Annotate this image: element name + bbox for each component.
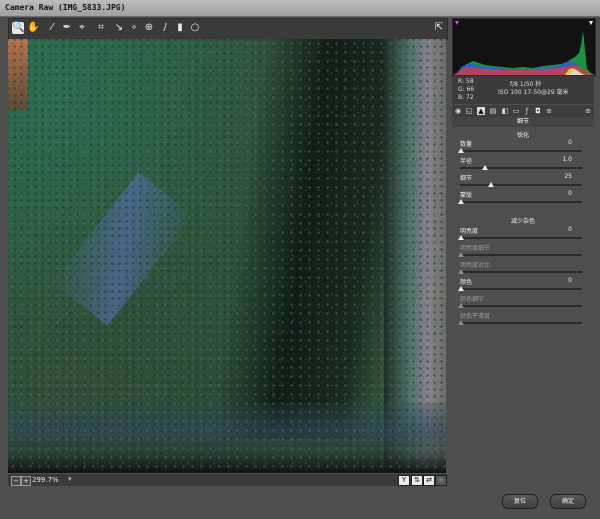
chevron-down-icon[interactable]: ▾: [68, 475, 72, 483]
slider-track: [460, 271, 582, 273]
toggle-current-settings-icon[interactable]: ≡: [435, 475, 447, 486]
slider-track: [460, 184, 582, 186]
open-preferences-icon[interactable]: ⇱: [433, 22, 445, 34]
highlight-clipping-warning-icon: [589, 21, 593, 25]
color-smoothness-slider: 颜色平滑度: [458, 311, 586, 327]
slider-thumb[interactable]: [488, 182, 494, 187]
zoom-in-button[interactable]: +: [21, 476, 31, 486]
sharpening-title: 锐化: [516, 132, 529, 139]
sharpening-masking-slider[interactable]: 蒙版 0: [458, 190, 586, 206]
slider-value[interactable]: 1.0: [562, 156, 572, 163]
swap-before-after-icon[interactable]: ⇅: [411, 475, 423, 486]
slider-thumb[interactable]: [458, 235, 464, 240]
luminance-contrast-slider: 明亮度对比: [458, 260, 586, 276]
graduated-filter-tool-icon[interactable]: ▮: [174, 22, 186, 34]
slider-label: 颜色细节: [460, 296, 485, 303]
green-value: G: 66: [458, 86, 475, 93]
ok-button[interactable]: 确定: [550, 494, 586, 509]
effects-tab-icon[interactable]: ƒ: [523, 107, 531, 115]
slider-thumb: [458, 303, 464, 308]
slider-thumb[interactable]: [482, 165, 488, 170]
crop-tool-icon[interactable]: ⌗: [95, 22, 107, 34]
reset-button[interactable]: 复位: [502, 494, 538, 509]
zoom-out-button[interactable]: −: [11, 476, 21, 486]
pixel-readout: R: 58 G: 66 B: 72 f/8 1/50 秒 ISO 100 17-…: [452, 76, 594, 104]
iso-lens-info: ISO 100 17-50@29 毫米: [498, 89, 569, 96]
slider-track: [460, 254, 582, 256]
spot-removal-tool-icon[interactable]: ⊕: [143, 22, 155, 34]
slider-thumb: [458, 252, 464, 257]
slider-track: [460, 237, 582, 239]
lens-corrections-tab-icon[interactable]: ▭: [512, 107, 520, 115]
slider-track: [460, 150, 582, 152]
color-sampler-tool-icon[interactable]: ✒: [61, 22, 73, 34]
luminance-detail-slider: 明亮度细节: [458, 243, 586, 259]
targeted-adjust-tool-icon[interactable]: ⌖: [76, 22, 88, 34]
slider-value[interactable]: 25: [564, 173, 572, 180]
basic-tab-icon[interactable]: ◉: [454, 107, 462, 115]
toolbar: 🔍 ✋ ⁄ ✒ ⌖ ⌗ ↘ ∘ ⊕ / ▮ ○ ⇱: [8, 18, 448, 40]
blue-value: B: 72: [458, 94, 474, 101]
sharpening-radius-slider[interactable]: 半径 1.0: [458, 156, 586, 172]
panel-title: 细节: [452, 117, 594, 127]
sharpening-detail-slider[interactable]: 细节 25: [458, 173, 586, 189]
histogram: [452, 18, 596, 76]
slider-label: 明亮度细节: [460, 245, 491, 252]
presets-tab-icon[interactable]: ≡: [545, 107, 553, 115]
before-after-toggle-button[interactable]: Y: [398, 475, 410, 486]
slider-value[interactable]: 0: [568, 190, 572, 197]
slider-thumb: [458, 269, 464, 274]
slider-label: 颜色平滑度: [460, 313, 491, 320]
white-balance-tool-icon[interactable]: ⁄: [46, 22, 58, 34]
slider-label: 颜色: [460, 279, 473, 286]
copy-settings-icon[interactable]: ⇄: [423, 475, 435, 486]
exposure-info: f/8 1/50 秒: [510, 81, 542, 88]
noise-reduction-title: 减少杂色: [510, 218, 535, 225]
split-toning-tab-icon[interactable]: ◧: [501, 107, 509, 115]
slider-value[interactable]: 0: [568, 277, 572, 284]
zoom-tool-icon[interactable]: 🔍: [12, 22, 24, 34]
preview-noise-texture: [8, 39, 446, 473]
slider-label: 数量: [460, 141, 473, 148]
slider-thumb[interactable]: [458, 199, 464, 204]
window-title: Camera Raw (IMG_5833.JPG): [0, 0, 600, 17]
sharpening-amount-slider[interactable]: 数量 0: [458, 139, 586, 155]
slider-label: 明亮度对比: [460, 262, 491, 269]
zoom-level-select[interactable]: 299.7%: [32, 474, 68, 486]
red-eye-tool-icon[interactable]: ∘: [128, 22, 140, 34]
slider-track: [460, 322, 582, 324]
hand-tool-icon[interactable]: ✋: [27, 22, 39, 34]
tone-curve-tab-icon[interactable]: ◱: [465, 107, 473, 115]
detail-tab-icon[interactable]: ▲: [477, 107, 485, 115]
slider-value[interactable]: 0: [568, 139, 572, 146]
slider-track: [460, 201, 582, 203]
shadow-clipping-warning-icon: [455, 21, 459, 25]
radial-filter-tool-icon[interactable]: ○: [189, 22, 201, 34]
panel-menu-icon[interactable]: ≡: [584, 107, 592, 115]
luminance-slider[interactable]: 明亮度 0: [458, 226, 586, 242]
straighten-tool-icon[interactable]: ↘: [113, 22, 125, 34]
camera-calibration-tab-icon[interactable]: ◘: [534, 107, 542, 115]
slider-label: 明亮度: [460, 228, 479, 235]
color-detail-slider: 颜色细节: [458, 294, 586, 310]
slider-label: 半径: [460, 158, 473, 165]
slider-track: [460, 167, 582, 169]
image-preview[interactable]: [8, 39, 446, 473]
slider-track: [460, 305, 582, 307]
slider-thumb: [458, 320, 464, 325]
red-value: R: 58: [458, 78, 474, 85]
slider-label: 细节: [460, 175, 473, 182]
color-noise-slider[interactable]: 颜色 0: [458, 277, 586, 293]
slider-thumb[interactable]: [458, 148, 464, 153]
hsl-tab-icon[interactable]: ▤: [489, 107, 497, 115]
slider-thumb[interactable]: [458, 286, 464, 291]
slider-label: 蒙版: [460, 192, 473, 199]
preview-statusbar: − + 299.7% ▾ Y ⇅ ⇄ ≡: [8, 474, 447, 486]
slider-track: [460, 288, 582, 290]
slider-value[interactable]: 0: [568, 226, 572, 233]
histogram-graph: [453, 21, 595, 75]
panel-tabs: ◉ ◱ ▲ ▤ ◧ ▭ ƒ ◘ ≡ ≡: [452, 105, 594, 117]
adjustment-brush-tool-icon[interactable]: /: [159, 22, 171, 34]
